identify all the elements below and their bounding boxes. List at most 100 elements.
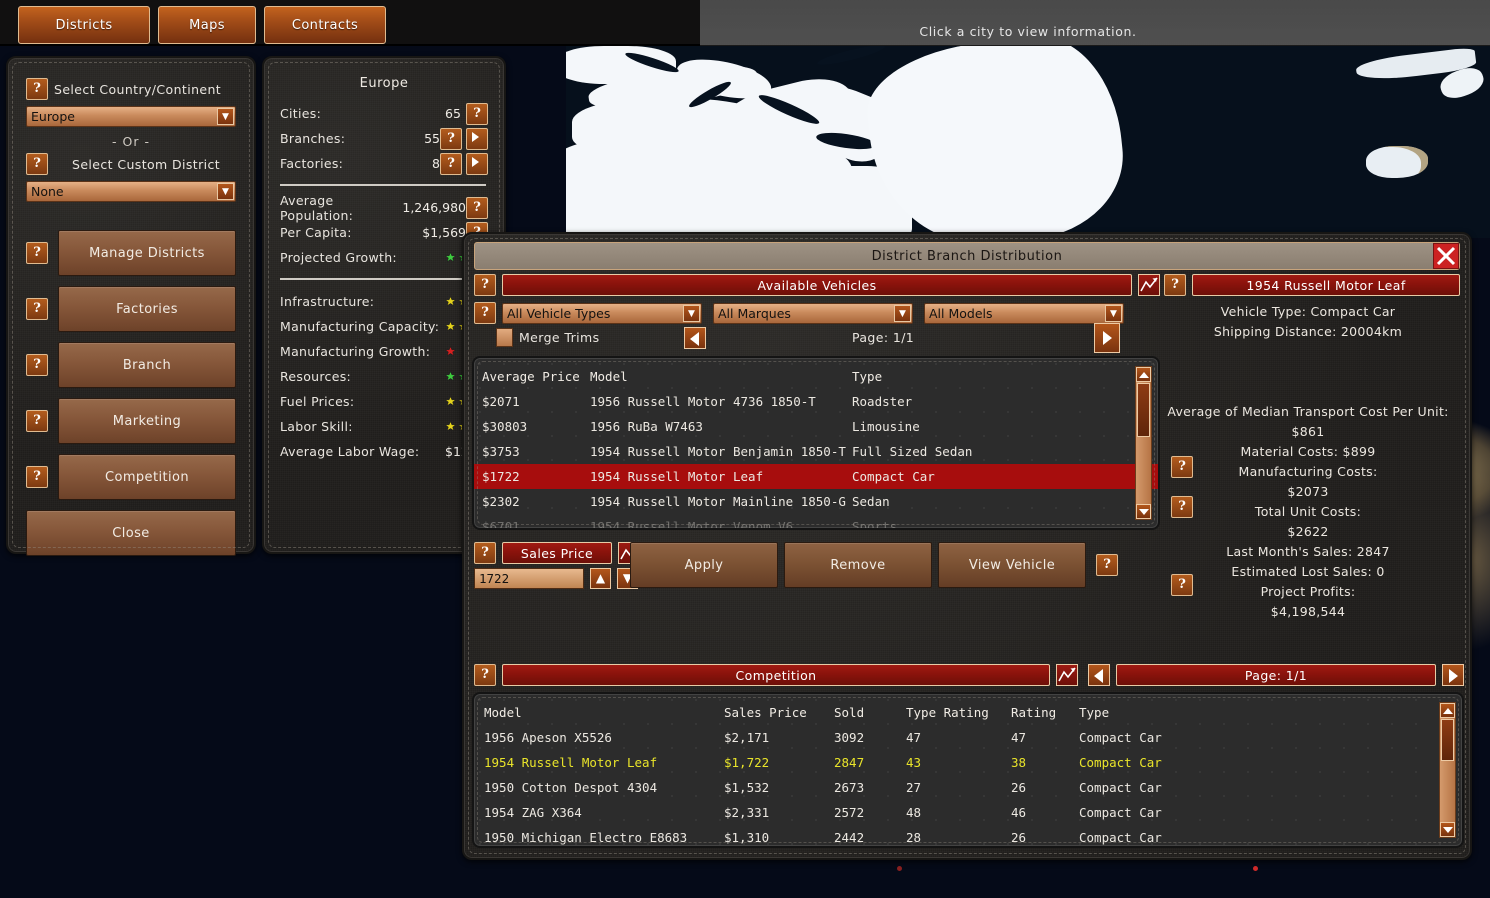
- remove-button[interactable]: Remove: [784, 542, 932, 588]
- chevron-down-icon[interactable]: ▼: [217, 183, 234, 200]
- help-icon-selected-row[interactable]: ?: [1171, 456, 1193, 478]
- column-header-type: Type: [1079, 705, 1462, 720]
- table-row[interactable]: 1950 Cotton Despot 4304 $1,532 2673 27 2…: [474, 775, 1462, 800]
- tab-contracts[interactable]: Contracts: [264, 6, 386, 44]
- table-row[interactable]: $2302 1954 Russell Motor Mainline 1850-G…: [474, 489, 1158, 514]
- scroll-down-icon[interactable]: [1136, 504, 1151, 519]
- table-row[interactable]: $2071 1956 Russell Motor 4736 1850-T Roa…: [474, 389, 1158, 414]
- table-row-own-model[interactable]: 1954 Russell Motor Leaf $1,722 2847 43 3…: [474, 750, 1462, 775]
- stat-label: Resources:: [280, 369, 445, 384]
- vehicle-type-filter[interactable]: All Vehicle Types ▼: [502, 303, 702, 324]
- marque-filter[interactable]: All Marques ▼: [713, 303, 913, 324]
- arrow-up-icon[interactable]: ▲: [590, 568, 611, 589]
- model-filter[interactable]: All Models ▼: [924, 303, 1124, 324]
- help-icon-branches[interactable]: ?: [440, 128, 462, 150]
- help-icon-sales-price[interactable]: ?: [474, 542, 496, 564]
- marketing-button[interactable]: Marketing: [58, 398, 236, 444]
- cell-type: Compact Car: [1079, 755, 1462, 770]
- transport-cost-label: Average of Median Transport Cost Per Uni…: [1158, 402, 1458, 422]
- stat-label: Manufacturing Growth:: [280, 344, 445, 359]
- table-row-selected[interactable]: $1722 1954 Russell Motor Leaf Compact Ca…: [474, 464, 1158, 489]
- stat-label: Cities:: [280, 106, 445, 121]
- help-icon-profits[interactable]: ?: [1171, 574, 1193, 596]
- cell-model: 1954 Russell Motor Mainline 1850-G: [590, 494, 852, 509]
- competition-page-label: Page: 1/1: [1116, 664, 1436, 686]
- column-header-model: Model: [484, 705, 724, 720]
- line-graph-icon-competition[interactable]: [1056, 664, 1078, 686]
- goto-factories-icon[interactable]: [466, 153, 488, 175]
- help-icon-marketing[interactable]: ?: [26, 410, 48, 432]
- view-vehicle-button[interactable]: View Vehicle: [938, 542, 1086, 588]
- merge-trims-checkbox[interactable]: [496, 328, 513, 347]
- available-vehicles-list[interactable]: Average Price Model Type $2071 1956 Russ…: [472, 356, 1160, 530]
- scrollbar-thumb[interactable]: [1441, 719, 1454, 761]
- competition-scrollbar[interactable]: [1439, 702, 1456, 838]
- scrollbar-thumb[interactable]: [1137, 383, 1150, 437]
- table-row[interactable]: $30803 1956 RuBa W7463 Limousine: [474, 414, 1158, 439]
- table-row[interactable]: 1954 ZAG X364 $2,331 2572 48 46 Compact …: [474, 800, 1462, 825]
- sales-price-input[interactable]: 1722: [474, 568, 584, 589]
- table-row[interactable]: 1950 Michigan Electro E8683 $1,310 2442 …: [474, 825, 1462, 848]
- next-page-button-vehicles[interactable]: [1094, 323, 1120, 353]
- help-icon-custom-district[interactable]: ?: [26, 153, 48, 175]
- help-icon-factories-stat[interactable]: ?: [440, 153, 462, 175]
- table-row[interactable]: $3753 1954 Russell Motor Benjamin 1850-T…: [474, 439, 1158, 464]
- help-icon-manage-districts[interactable]: ?: [26, 242, 48, 264]
- help-icon-competition-panel[interactable]: ?: [474, 664, 496, 686]
- manage-districts-button[interactable]: Manage Districts: [58, 230, 236, 276]
- prev-page-button-vehicles[interactable]: [684, 327, 706, 349]
- competition-button[interactable]: Competition: [58, 454, 236, 500]
- stat-row-average-population: Average Population: 1,246,980 ?: [280, 195, 488, 220]
- map-city-marker[interactable]: [1253, 866, 1258, 871]
- rating-star-icon: [445, 421, 456, 432]
- cell-type: Sports: [852, 519, 1158, 530]
- cell-model: 1950 Cotton Despot 4304: [484, 780, 724, 795]
- map-city-marker[interactable]: [897, 866, 902, 871]
- apply-button[interactable]: Apply: [630, 542, 778, 588]
- help-icon-list-extra[interactable]: ?: [1171, 496, 1193, 518]
- help-icon-filters[interactable]: ?: [474, 302, 496, 324]
- scroll-down-icon[interactable]: [1440, 822, 1455, 837]
- chevron-down-icon[interactable]: ▼: [894, 305, 911, 322]
- close-button[interactable]: Close: [26, 510, 236, 556]
- competition-list[interactable]: Model Sales Price Sold Type Rating Ratin…: [472, 692, 1464, 848]
- factories-button[interactable]: Factories: [58, 286, 236, 332]
- scroll-up-icon[interactable]: [1136, 367, 1151, 382]
- chevron-down-icon[interactable]: ▼: [1105, 305, 1122, 322]
- sales-price-input-row: 1722 ▲ ▼: [474, 568, 638, 589]
- custom-district-select[interactable]: None ▼: [26, 181, 236, 202]
- help-icon-factories[interactable]: ?: [26, 298, 48, 320]
- help-icon-country[interactable]: ?: [26, 78, 48, 100]
- next-page-button-competition[interactable]: [1442, 664, 1464, 686]
- tab-districts[interactable]: Districts: [18, 6, 150, 44]
- stat-label: Per Capita:: [280, 225, 422, 240]
- chevron-down-icon[interactable]: ▼: [683, 305, 700, 322]
- tab-maps[interactable]: Maps: [158, 6, 256, 44]
- prev-page-button-competition[interactable]: [1088, 664, 1110, 686]
- cell-type: Roadster: [852, 394, 1158, 409]
- help-icon-view-vehicle[interactable]: ?: [1096, 554, 1118, 576]
- manufacturing-costs-label: Manufacturing Costs:: [1158, 462, 1458, 482]
- chevron-down-icon[interactable]: ▼: [217, 108, 234, 125]
- help-icon-average-population[interactable]: ?: [466, 197, 488, 219]
- cell-sold: 2572: [834, 805, 906, 820]
- country-select[interactable]: Europe ▼: [26, 106, 236, 127]
- help-icon-competition[interactable]: ?: [26, 466, 48, 488]
- stat-value: 8: [432, 156, 440, 171]
- arctic-satellite-imagery: [566, 46, 1490, 238]
- table-row[interactable]: $6701 1954 Russell Motor Venom V6 Sports: [474, 514, 1158, 530]
- branch-button[interactable]: Branch: [58, 342, 236, 388]
- scroll-up-icon[interactable]: [1440, 703, 1455, 718]
- help-icon-cities[interactable]: ?: [466, 103, 488, 125]
- table-row[interactable]: 1956 Apeson X5526 $2,171 3092 47 47 Comp…: [474, 725, 1462, 750]
- stat-row-average-labor-wage: Average Labor Wage: $12: [280, 439, 488, 464]
- column-header-type-rating: Type Rating: [906, 705, 1011, 720]
- stat-value: 1,246,980: [402, 200, 466, 215]
- help-icon-available-vehicles[interactable]: ?: [474, 274, 496, 296]
- vehicles-scrollbar[interactable]: [1135, 366, 1152, 520]
- line-graph-icon-available-vehicles[interactable]: [1138, 274, 1160, 296]
- help-icon-branch[interactable]: ?: [26, 354, 48, 376]
- shipping-distance-text: Shipping Distance: 20004km: [1158, 322, 1458, 342]
- close-x-icon[interactable]: [1433, 243, 1459, 269]
- goto-branches-icon[interactable]: [466, 128, 488, 150]
